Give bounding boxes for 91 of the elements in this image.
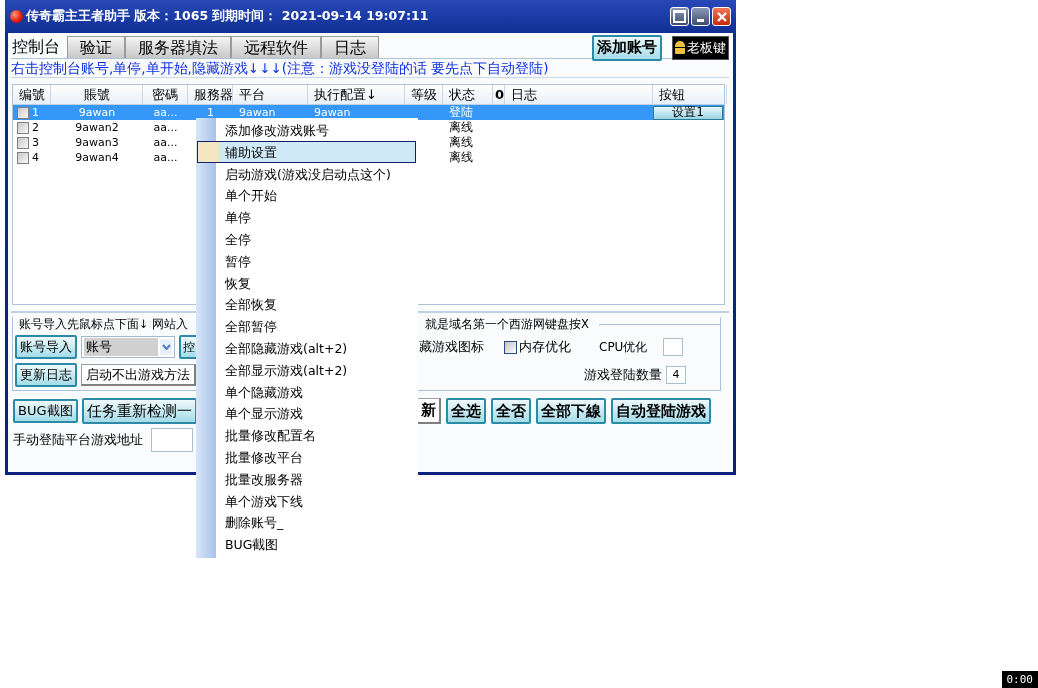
menu-item[interactable]: 单个游戏下线 <box>197 489 416 512</box>
boss-key-button[interactable]: 老板键 <box>672 35 729 60</box>
menu-item[interactable]: 批量改服务器 <box>197 467 416 490</box>
settings-button[interactable]: 设置1 <box>653 105 723 120</box>
group-label: 账号导入先鼠标点下面↓ 网站入 <box>18 317 190 331</box>
menu-item[interactable]: 删除账号_ <box>197 511 416 534</box>
menu-item[interactable]: 单停 <box>197 206 416 228</box>
tab[interactable]: 服务器填法 <box>125 36 231 58</box>
menu-item[interactable]: 全停 <box>197 228 416 250</box>
column-header[interactable]: 执行配置↓ <box>308 85 405 104</box>
menu-item[interactable]: 全部暂停 <box>197 315 416 337</box>
action-button[interactable]: 新 <box>417 398 441 424</box>
menu-item[interactable]: 批量修改配置名 <box>197 424 416 446</box>
table-cell: 离线 <box>449 150 473 165</box>
menu-item[interactable]: 辅助设置 <box>197 140 416 163</box>
column-header[interactable]: 编號 <box>13 85 51 104</box>
column-header[interactable]: 0 <box>493 85 505 104</box>
group-label: 就是域名第一个西游网键盘按X <box>424 317 589 331</box>
column-header[interactable]: 賬號 <box>51 85 143 104</box>
table-cell: 9awan <box>314 105 351 120</box>
table-cell: 9awan <box>78 105 116 120</box>
menu-item[interactable]: 全部显示游戏(alt+2) <box>197 358 416 381</box>
close-icon[interactable] <box>712 7 731 26</box>
table-cell: 登陆 <box>449 105 473 120</box>
column-header[interactable]: 密碼 <box>143 85 188 104</box>
menu-item[interactable]: 启动游戏(游戏没启动点这个) <box>197 162 416 185</box>
menu-item[interactable]: 添加修改游戏账号 <box>197 119 416 141</box>
table-cell: aa... <box>153 150 178 165</box>
app-logo-icon <box>10 10 23 23</box>
table-cell: aa... <box>153 120 178 135</box>
menu-item[interactable]: 全部恢复 <box>197 293 416 316</box>
table-cell: 9awan <box>239 105 276 120</box>
option-label: 藏游戏图标 <box>419 338 484 356</box>
option-label: CPU优化 <box>599 338 648 356</box>
menu-item[interactable]: BUG截图 <box>197 533 416 555</box>
table-cell: 3 <box>32 135 39 150</box>
notice-text: 右击控制台账号,单停,单开始,隐藏游戏↓↓↓(注意：游戏没登陆的话 要先点下自动登陆) <box>11 59 729 78</box>
action-button[interactable]: BUG截图 <box>13 399 78 423</box>
tab[interactable]: 远程软件 <box>231 36 321 58</box>
menu-item[interactable]: 单个开始 <box>197 184 416 207</box>
column-header[interactable]: 平台 <box>233 85 308 104</box>
column-header[interactable]: 日志 <box>505 85 653 104</box>
field-label: 游戏登陆数量 <box>584 366 662 384</box>
column-header[interactable]: 状态 <box>443 85 493 104</box>
field-label: 手动登陆平台游戏地址 <box>13 431 143 449</box>
column-header[interactable]: 服務器 <box>188 85 233 104</box>
action-button[interactable]: 任务重新检测一 <box>81 398 197 424</box>
checkbox[interactable] <box>17 151 29 164</box>
menu-item[interactable]: 单个隐藏游戏 <box>197 380 416 403</box>
menu-item[interactable]: 批量修改平台 <box>197 445 416 468</box>
cpu-field[interactable] <box>663 338 684 356</box>
table-cell: 2 <box>32 120 39 135</box>
tab[interactable]: 验证 <box>67 36 125 58</box>
table-cell: aa... <box>153 135 178 150</box>
menu-item[interactable]: 恢复 <box>197 271 416 294</box>
caret-icon <box>160 339 172 355</box>
column-header[interactable]: 按钮 <box>653 85 727 104</box>
option-label: 内存优化 <box>519 338 571 356</box>
table-cell: 1 <box>32 105 39 120</box>
table-cell: 9awan2 <box>75 120 119 135</box>
import-button[interactable]: 账号导入 <box>15 335 77 359</box>
update-log-button[interactable]: 更新日志 <box>15 363 77 387</box>
address-field[interactable] <box>151 428 193 452</box>
table-cell: aa... <box>153 105 178 120</box>
table-cell: 9awan3 <box>75 135 119 150</box>
action-button[interactable]: 自动登陆游戏 <box>611 398 711 424</box>
login-count-field[interactable]: 4 <box>666 366 686 384</box>
menu-item[interactable]: 暂停 <box>197 249 416 272</box>
menu-item[interactable]: 全部隐藏游戏(alt+2) <box>197 336 416 359</box>
table-cell: 9awan4 <box>75 150 119 165</box>
add-account-button[interactable]: 添加账号 <box>592 34 662 61</box>
window-title: 传奇霸主王者助手 版本：1065 到期时间： 2021-09-14 19:07:11 <box>26 8 429 25</box>
launch-help-button[interactable]: 启动不出游戏方法 <box>81 364 196 386</box>
tab[interactable]: 日志 <box>321 36 379 58</box>
column-header[interactable]: 等级 <box>405 85 443 104</box>
action-button[interactable]: 全部下線 <box>536 398 606 424</box>
menu-item[interactable]: 单个显示游戏 <box>197 402 416 425</box>
clock: 0:00 <box>1001 671 1038 688</box>
checkbox[interactable] <box>17 121 29 134</box>
maximize-icon[interactable] <box>670 7 689 26</box>
account-dropdown[interactable]: 账号 <box>81 336 175 358</box>
checkbox[interactable] <box>17 106 29 119</box>
table-cell: 1 <box>207 105 214 120</box>
minimize-icon[interactable] <box>691 7 710 26</box>
checkbox[interactable] <box>17 136 29 149</box>
action-button[interactable]: 全否 <box>491 398 531 424</box>
table-cell: 离线 <box>449 120 473 135</box>
action-button[interactable]: 全选 <box>446 398 486 424</box>
checkbox[interactable] <box>504 340 517 354</box>
table-cell: 4 <box>32 150 39 165</box>
table-cell: 离线 <box>449 135 473 150</box>
